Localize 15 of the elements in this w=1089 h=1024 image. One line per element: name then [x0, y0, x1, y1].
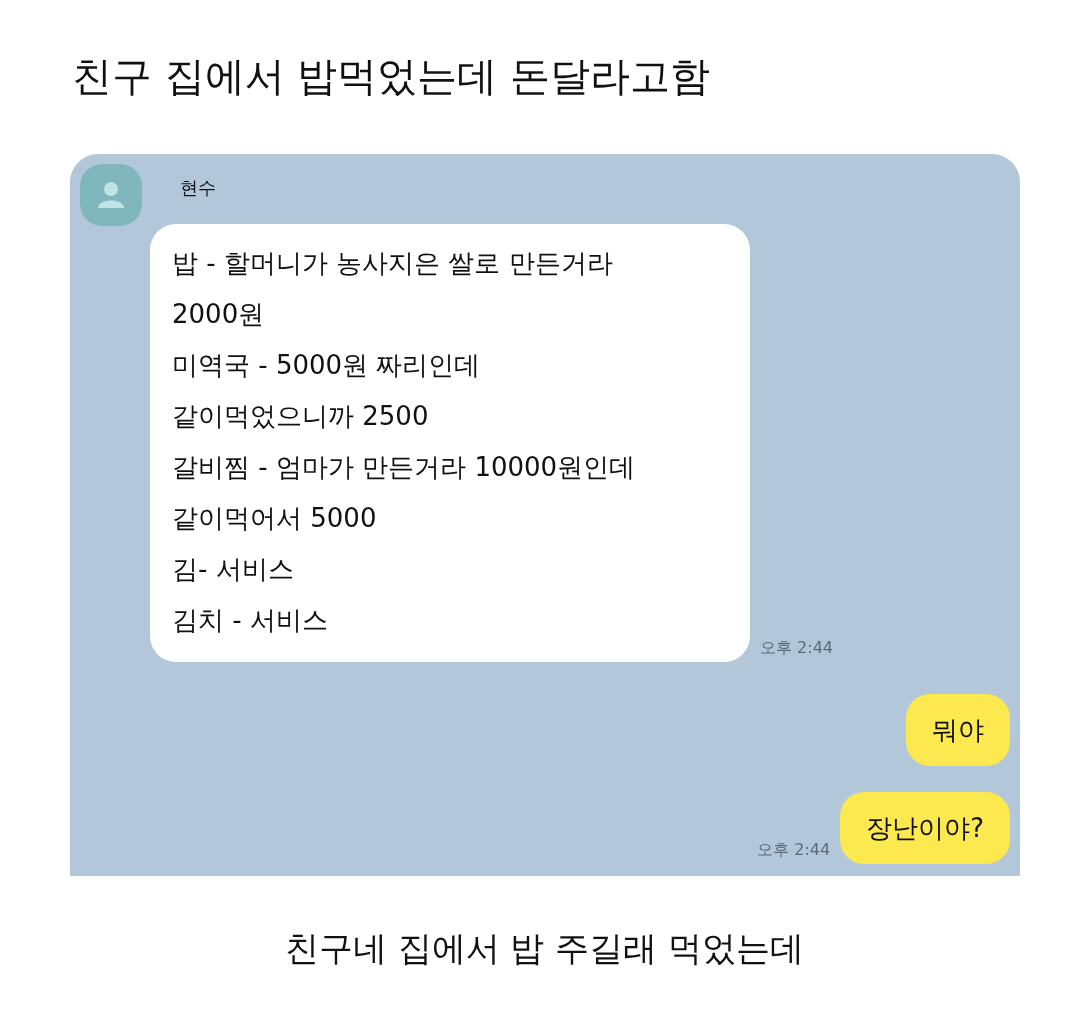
message-line: 김치 - 서비스: [172, 604, 329, 637]
message-time: 오후 2:44: [760, 637, 833, 659]
message-bubble: 장난이야?: [840, 792, 1010, 864]
message-line: 김- 서비스: [172, 553, 295, 586]
sender-name: 현수: [180, 176, 216, 200]
message-line: 미역국 - 5000원 짜리인데: [172, 349, 482, 382]
message-line: 2000원: [172, 298, 266, 331]
message-line: 같이먹어서 5000: [172, 502, 378, 535]
message-line: 갈비찜 - 엄마가 만든거라 10000원인데: [172, 451, 637, 484]
message-line: 밥 - 할머니가 농사지은 쌀로 만든거라: [172, 247, 614, 280]
post-title: 친구 집에서 밥먹었는데 돈달라고함: [72, 52, 711, 101]
message-line: 같이먹었으니까 2500: [172, 400, 430, 433]
message-time: 오후 2:44: [757, 839, 831, 861]
post-caption: 친구네 집에서 밥 주길래 먹었는데: [284, 927, 805, 970]
message-bubble: 뭐야: [906, 694, 1010, 766]
